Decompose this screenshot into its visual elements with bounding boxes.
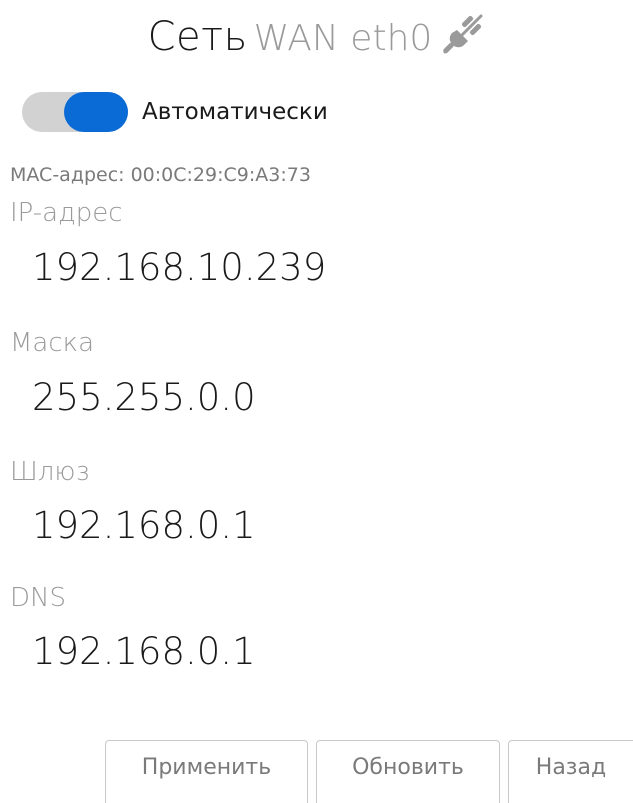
mac-address: MAC-адрес: 00:0C:29:C9:A3:73: [10, 164, 311, 186]
auto-config-toggle[interactable]: [22, 92, 128, 132]
subnet-mask-label: Маска: [10, 328, 95, 358]
ip-address-label: IP-адрес: [10, 198, 123, 228]
subnet-mask-field[interactable]: [32, 376, 592, 419]
back-button[interactable]: Назад: [508, 740, 633, 803]
page-header: Сеть WAN eth0: [0, 12, 633, 60]
auto-config-row: Автоматически: [22, 92, 328, 132]
dns-label: DNS: [10, 583, 66, 613]
refresh-button[interactable]: Обновить: [316, 740, 500, 803]
interface-name: WAN eth0: [253, 18, 433, 59]
gateway-label: Шлюз: [10, 457, 90, 487]
gateway-field[interactable]: [32, 504, 592, 547]
page-title: Сеть: [147, 14, 248, 60]
ip-address-field[interactable]: [32, 246, 592, 289]
toggle-knob: [64, 92, 128, 132]
auto-config-label: Автоматически: [142, 99, 328, 125]
plug-disconnected-icon: [443, 14, 483, 54]
network-settings-page: Сеть WAN eth0 Автоматически MAC-адрес: 00…: [0, 0, 633, 803]
dns-field[interactable]: [32, 630, 592, 673]
apply-button[interactable]: Применить: [105, 740, 308, 803]
